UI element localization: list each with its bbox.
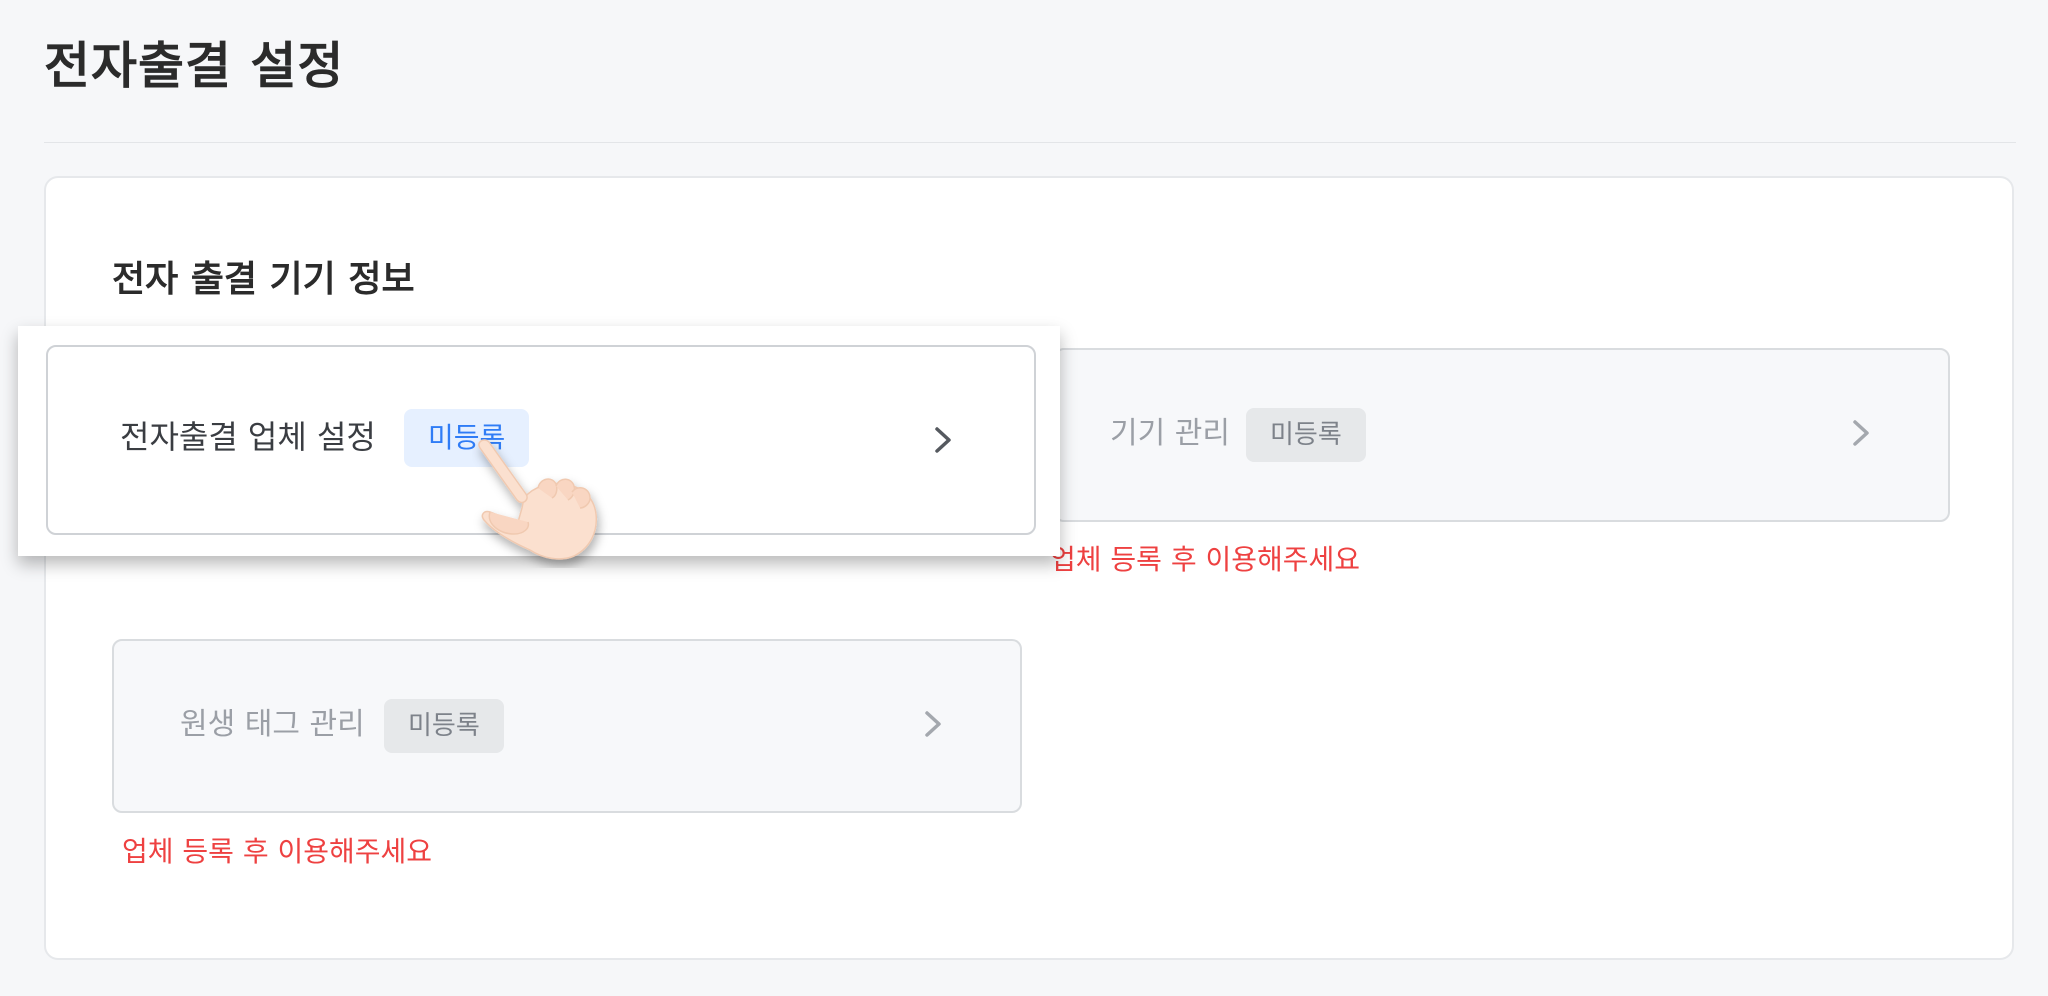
tag-warning-text: 업체 등록 후 이용해주세요 [122, 835, 433, 868]
chevron-right-icon [916, 707, 950, 741]
chevron-right-icon [926, 423, 960, 457]
student-tag-management-label: 원생 태그 관리 [180, 707, 365, 742]
student-tag-management-card[interactable]: 원생 태그 관리 미등록 [112, 639, 1022, 813]
section-title: 전자 출결 기기 정보 [112, 259, 415, 300]
page-title: 전자출결 설정 [44, 37, 345, 95]
chevron-right-icon [1844, 416, 1878, 450]
device-status-badge: 미등록 [1246, 408, 1366, 462]
title-divider [44, 142, 2016, 143]
vendor-settings-card[interactable]: 전자출결 업체 설정 미등록 [46, 345, 1036, 535]
vendor-settings-label: 전자출결 업체 설정 [120, 418, 376, 456]
device-warning-text: 업체 등록 후 이용해주세요 [1050, 543, 1361, 576]
device-management-label: 기기 관리 [1110, 416, 1230, 451]
vendor-status-badge: 미등록 [404, 409, 530, 467]
device-management-card[interactable]: 기기 관리 미등록 [1054, 348, 1950, 522]
tag-status-badge: 미등록 [384, 699, 504, 753]
settings-page: 전자출결 설정 전자 출결 기기 정보 기기 관리 미등록 업체 등록 후 이용… [0, 0, 2048, 996]
